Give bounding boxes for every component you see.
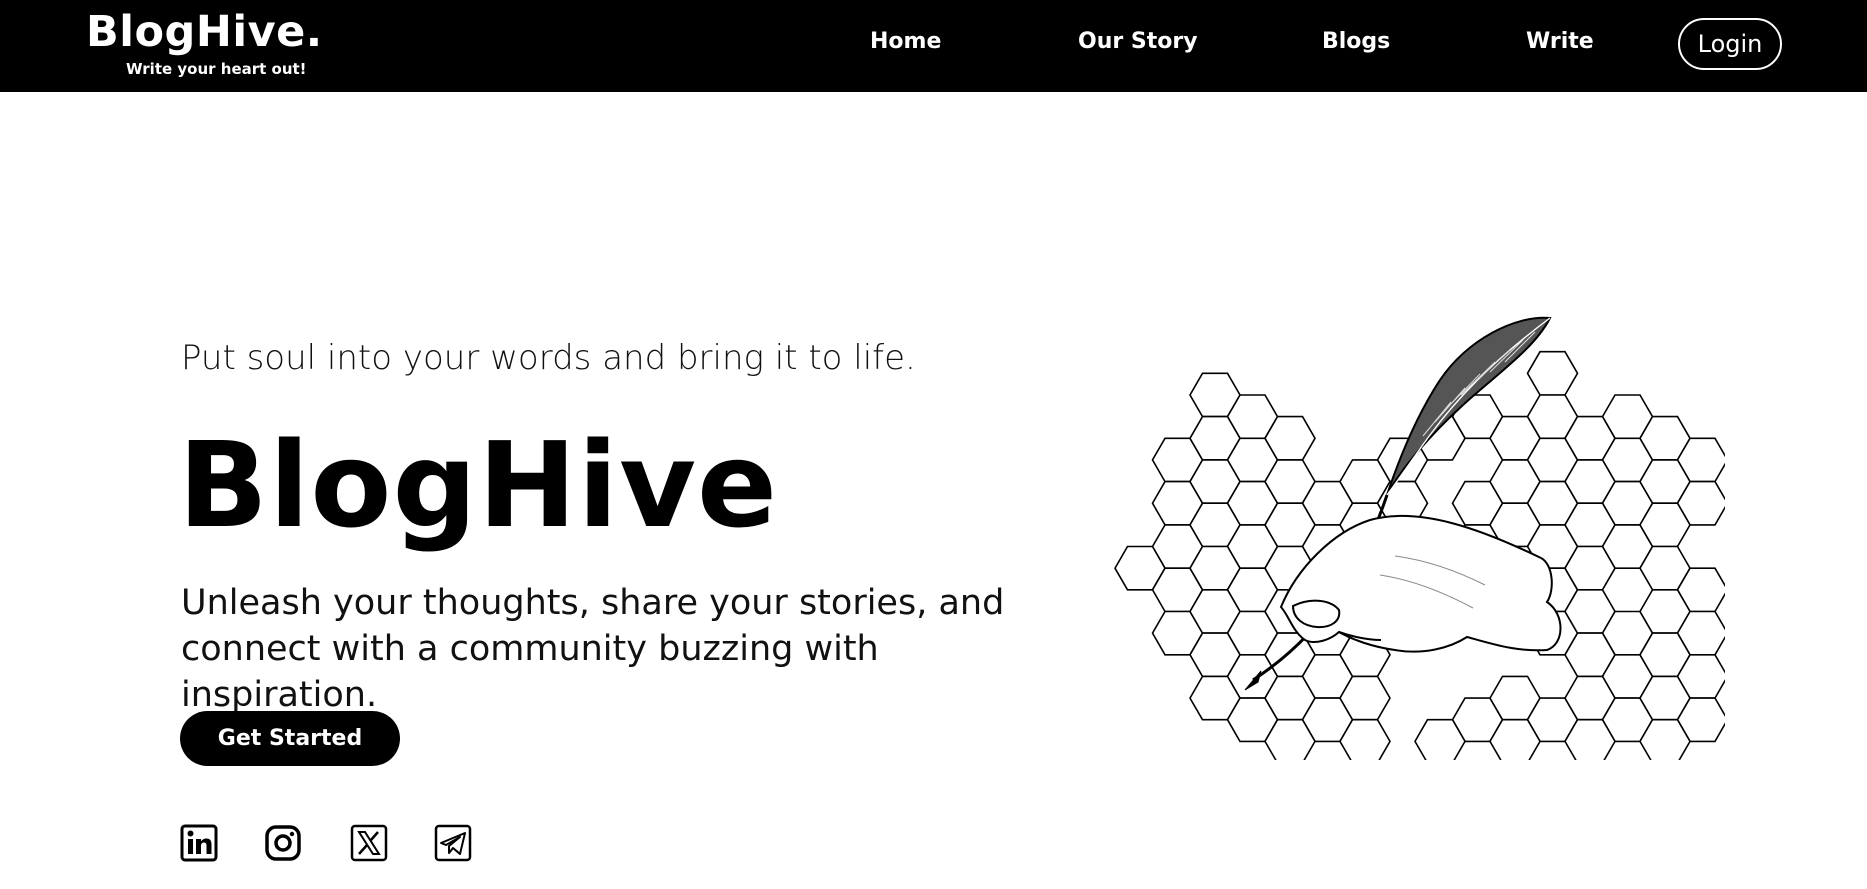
- brand-title[interactable]: BlogHive.: [86, 4, 323, 60]
- nav-our-story[interactable]: Our Story: [1078, 28, 1198, 56]
- telegram-icon[interactable]: [434, 824, 472, 862]
- honeycomb-cell: [1526, 350, 1579, 396]
- hero-eyebrow: Put soul into your words and bring it to…: [181, 338, 916, 378]
- navbar: BlogHive. Write your heart out! Home Our…: [0, 0, 1867, 92]
- brand-tagline: Write your heart out!: [126, 60, 307, 78]
- nav-home[interactable]: Home: [870, 28, 941, 56]
- hero-title: BlogHive: [178, 416, 779, 554]
- instagram-icon[interactable]: [264, 824, 302, 862]
- x-icon[interactable]: [350, 824, 388, 862]
- get-started-button[interactable]: Get Started: [180, 711, 400, 766]
- quill-hand-honeycomb-illustration: [1095, 310, 1729, 764]
- hero-description: Unleash your thoughts, share your storie…: [181, 583, 1005, 715]
- linkedin-icon[interactable]: [180, 824, 218, 862]
- login-button[interactable]: Login: [1678, 18, 1782, 70]
- nav-blogs[interactable]: Blogs: [1322, 28, 1390, 56]
- nav-write[interactable]: Write: [1526, 28, 1594, 56]
